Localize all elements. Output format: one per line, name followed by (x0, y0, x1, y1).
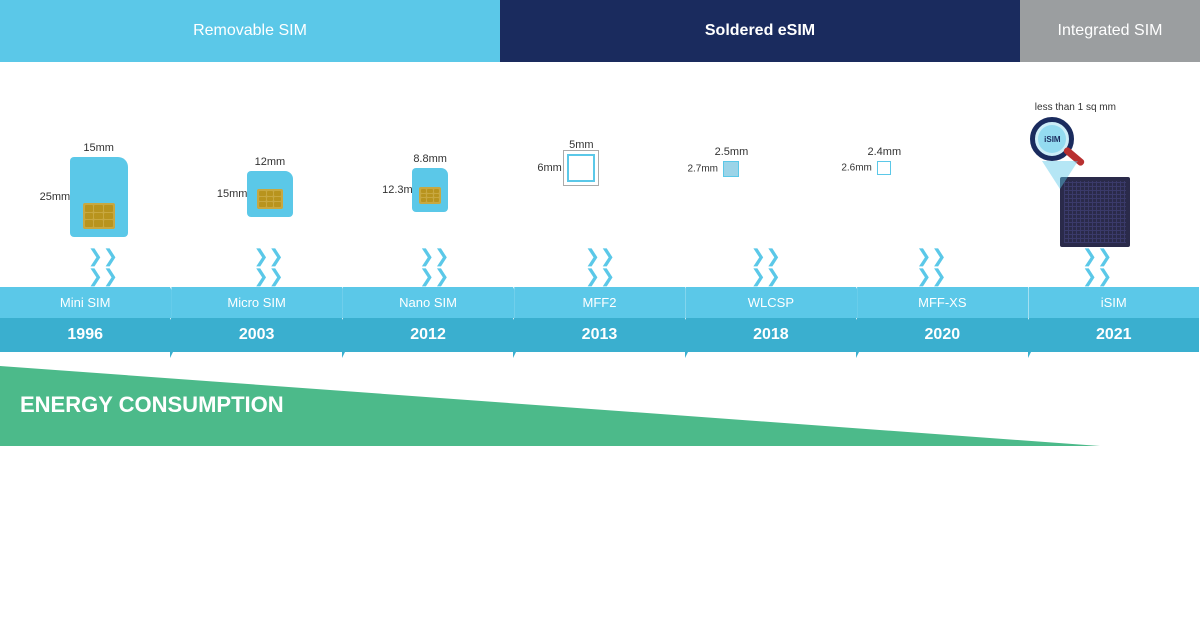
banner-removable: Removable SIM (0, 0, 500, 62)
arrow-nano: ❯❯❯❯ (419, 247, 449, 287)
micro-width-label: 12mm (255, 156, 286, 168)
timeline-year-2021: 2021 (1029, 318, 1200, 352)
mffxs-height-label: 2.6mm (841, 163, 872, 174)
arrow-wlcsp: ❯❯❯❯ (751, 247, 781, 287)
isim-lens-inner: iSIM (1038, 125, 1066, 153)
mini-sim-card (70, 157, 128, 237)
sim-item-mff2: 5mm 6mm (567, 139, 595, 182)
mff2-height-label: 6mm (537, 162, 561, 174)
wlcsp-chip (723, 161, 739, 177)
energy-label: ENERGY CONSUMPTION (20, 392, 284, 418)
timeline-year-2018: 2018 (686, 318, 857, 352)
timeline-name-mff2: MFF2 (514, 287, 685, 318)
timeline-year-2013: 2013 (514, 318, 685, 352)
isim-size-label: less than 1 sq mm (1035, 102, 1116, 113)
timeline-name-micro: Micro SIM (171, 287, 342, 318)
sim-item-mffxs: 2.4mm 2.6mm (868, 146, 902, 175)
mff2-chip (567, 154, 595, 182)
arrows-row: ❯❯❯❯ ❯❯❯❯ ❯❯❯❯ ❯❯❯❯ ❯❯❯❯ ❯❯❯❯ ❯❯❯❯ (0, 247, 1200, 287)
mini-width-label: 15mm (83, 142, 114, 154)
sim-item-wlcsp: 2.5mm 2.7mm (715, 146, 749, 177)
timeline-year-2012: 2012 (343, 318, 514, 352)
mini-chip (83, 203, 115, 229)
micro-sim-card (247, 171, 293, 217)
timeline-years-row: 1996 2003 2012 2013 2018 2020 2021 (0, 318, 1200, 352)
sim-item-mini: 15mm 25mm (70, 142, 128, 237)
isim-graphic: iSIM (1020, 117, 1130, 247)
timeline-year-2003: 2003 (171, 318, 342, 352)
timeline-year-1996: 1996 (0, 318, 171, 352)
arrow-micro: ❯❯❯❯ (253, 247, 283, 287)
soldered-label: Soldered eSIM (705, 22, 815, 40)
timeline-year-2020: 2020 (857, 318, 1028, 352)
timeline-names-row: Mini SIM Micro SIM Nano SIM MFF2 WLCSP M… (0, 287, 1200, 318)
arrow-mff2: ❯❯❯❯ (585, 247, 615, 287)
timeline-name-nano: Nano SIM (343, 287, 514, 318)
energy-section: ENERGY CONSUMPTION (0, 356, 1200, 446)
wlcsp-height-label: 2.7mm (687, 164, 718, 175)
timeline-name-mffxs: MFF-XS (857, 287, 1028, 318)
timeline-name-isim: iSIM (1029, 287, 1200, 318)
isim-beam (1042, 161, 1078, 189)
timeline-name-mini: Mini SIM (0, 287, 171, 318)
nano-width-label: 8.8mm (413, 153, 447, 165)
nano-sim-card (412, 168, 448, 212)
banner-integrated: Integrated SIM (1020, 0, 1200, 62)
integrated-label: Integrated SIM (1058, 22, 1163, 40)
wlcsp-width-label: 2.5mm (715, 146, 749, 158)
sim-item-isim: less than 1 sq mm iSIM (1020, 102, 1130, 247)
removable-label: Removable SIM (193, 22, 307, 40)
sim-item-nano: 8.8mm 12.3mm (412, 153, 448, 212)
mffxs-chip (877, 161, 891, 175)
sim-illustrations-row: 15mm 25mm 12mm 15mm (0, 72, 1200, 247)
banner-soldered: Soldered eSIM (500, 0, 1020, 62)
mini-height-label: 25mm (40, 191, 71, 203)
micro-height-label: 15mm (217, 188, 248, 200)
arrow-isim: ❯❯❯❯ (1082, 247, 1112, 287)
header-banners: Removable SIM Soldered eSIM Integrated S… (0, 0, 1200, 62)
nano-chip (419, 187, 441, 204)
micro-chip (257, 189, 283, 209)
sim-item-micro: 12mm 15mm (247, 156, 293, 217)
arrow-mffxs: ❯❯❯❯ (916, 247, 946, 287)
timeline: Mini SIM Micro SIM Nano SIM MFF2 WLCSP M… (0, 287, 1200, 352)
timeline-name-wlcsp: WLCSP (686, 287, 857, 318)
arrow-mini: ❯❯❯❯ (88, 247, 118, 287)
mffxs-width-label: 2.4mm (868, 146, 902, 158)
